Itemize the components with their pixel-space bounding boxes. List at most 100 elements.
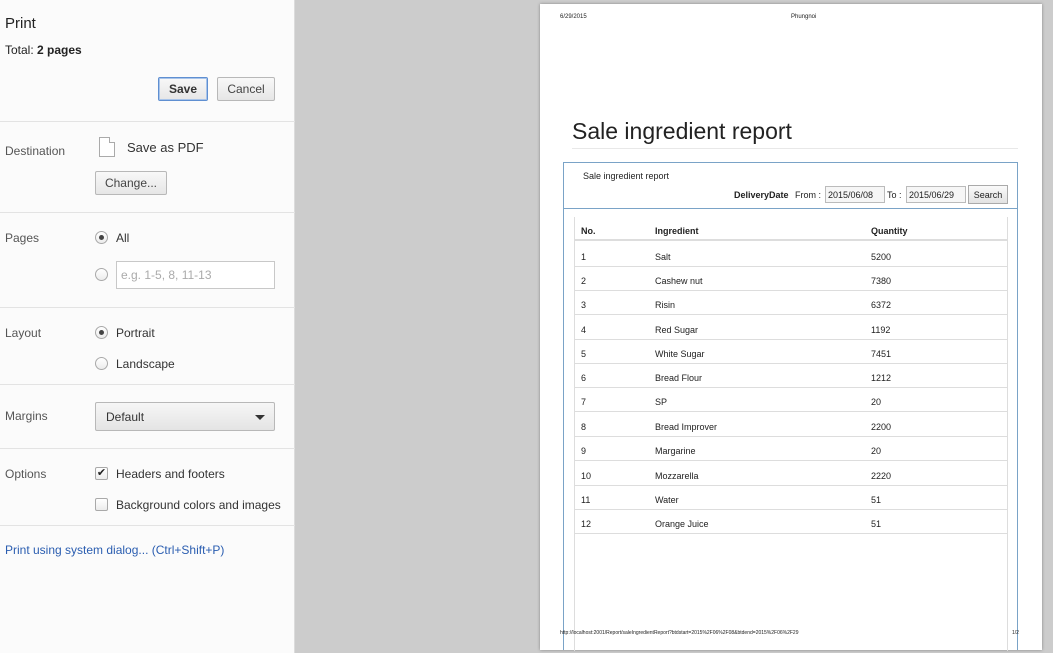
date-filter: DeliveryDate From : To : Search	[564, 183, 1017, 207]
row-quantity: 1212	[871, 373, 892, 383]
row-quantity: 6372	[871, 300, 892, 310]
row-quantity: 51	[871, 519, 882, 529]
destination-value: Save as PDF	[127, 140, 204, 155]
footer-page-number: 1/2	[1012, 630, 1019, 636]
row-ingredient: Margarine	[655, 446, 696, 456]
pages-all-radio[interactable]	[95, 231, 108, 244]
system-dialog-link[interactable]: Print using system dialog... (Ctrl+Shift…	[5, 543, 224, 557]
row-quantity: 20	[871, 446, 882, 456]
row-quantity: 2200	[871, 422, 892, 432]
row-number: 5	[581, 349, 587, 359]
header-title: Phungnoi	[791, 14, 817, 20]
options-label: Options	[5, 467, 47, 481]
row-ingredient: Risin	[655, 300, 676, 310]
table-row: 8 Bread Improver 2200	[575, 413, 1007, 437]
portrait-label: Portrait	[116, 326, 155, 340]
table-row: 4 Red Sugar 1192	[575, 316, 1007, 340]
pages-all-label: All	[116, 231, 130, 245]
headers-footers-checkbox[interactable]: ✔	[95, 467, 108, 480]
row-number: 11	[581, 495, 591, 505]
column-header-quantity: Quantity	[871, 226, 908, 236]
table-row: 3 Risin 6372	[575, 291, 1007, 315]
margins-label: Margins	[5, 409, 48, 423]
to-date-input[interactable]	[906, 186, 966, 203]
row-quantity: 7451	[871, 349, 892, 359]
to-label: To :	[887, 190, 902, 200]
row-number: 8	[581, 422, 587, 432]
landscape-radio[interactable]	[95, 357, 108, 370]
pages-label: Pages	[5, 231, 40, 245]
row-ingredient: SP	[655, 397, 668, 407]
from-date-input[interactable]	[825, 186, 885, 203]
table-row: 12 Orange Juice 51	[575, 510, 1007, 534]
report-panel-title: Sale ingredient report	[583, 171, 670, 181]
row-quantity: 20	[871, 397, 882, 407]
filter-field-label: DeliveryDate	[734, 190, 789, 200]
table-header-row: No. Ingredient Quantity	[575, 217, 1007, 241]
report-title: Sale ingredient report	[572, 118, 792, 144]
title-divider	[572, 148, 1018, 149]
row-quantity: 7380	[871, 276, 892, 286]
table-row: 2 Cashew nut 7380	[575, 267, 1007, 291]
row-ingredient: Bread Flour	[655, 373, 703, 383]
row-ingredient: White Sugar	[655, 349, 705, 359]
margins-select[interactable]: Default	[95, 402, 275, 431]
pages-custom-input[interactable]	[116, 261, 275, 289]
row-ingredient: Water	[655, 495, 679, 505]
row-number: 12	[581, 519, 592, 529]
row-ingredient: Salt	[655, 252, 671, 262]
cancel-button[interactable]: Cancel	[217, 77, 275, 101]
row-ingredient: Mozzarella	[655, 471, 699, 481]
table-row: 10 Mozzarella 2220	[575, 462, 1007, 486]
row-number: 1	[581, 252, 587, 262]
headers-footers-label: Headers and footers	[116, 467, 225, 481]
table-row: 9 Margarine 20	[575, 437, 1007, 461]
print-preview-page: 6/29/2015 Phungnoi Sale ingredient repor…	[540, 4, 1042, 651]
divider	[0, 384, 295, 385]
filter-divider	[564, 208, 1017, 209]
row-number: 3	[581, 300, 587, 310]
divider	[0, 121, 295, 122]
row-ingredient: Orange Juice	[655, 519, 709, 529]
save-button[interactable]: Save	[158, 77, 208, 101]
table-row: 1 Salt 5200	[575, 243, 1007, 267]
total-label: Total:	[5, 43, 38, 57]
total-pages: Total: 2 pages	[5, 43, 82, 57]
column-header-ingredient: Ingredient	[655, 226, 699, 236]
divider	[0, 212, 295, 213]
layout-label: Layout	[5, 326, 42, 340]
table-row: 6 Bread Flour 1212	[575, 364, 1007, 388]
row-number: 4	[581, 325, 587, 335]
table-row: 11 Water 51	[575, 486, 1007, 510]
background-graphics-checkbox[interactable]	[95, 498, 108, 511]
pdf-file-icon	[99, 137, 115, 157]
divider	[0, 307, 295, 308]
print-settings-panel: Print Total: 2 pages Save Cancel Destina…	[0, 0, 295, 653]
table-row: 7 SP 20	[575, 388, 1007, 412]
destination-label: Destination	[5, 144, 66, 158]
chevron-down-icon	[255, 415, 265, 420]
column-header-no: No.	[581, 226, 596, 236]
panel-title: Print	[5, 15, 36, 32]
row-number: 10	[581, 471, 592, 481]
row-quantity: 2220	[871, 471, 892, 481]
row-ingredient: Bread Improver	[655, 422, 718, 432]
search-button[interactable]: Search	[968, 185, 1008, 204]
row-quantity: 51	[871, 495, 882, 505]
divider	[0, 525, 295, 526]
row-number: 9	[581, 446, 587, 456]
header-date: 6/29/2015	[560, 14, 587, 20]
margins-value: Default	[106, 410, 145, 424]
row-ingredient: Cashew nut	[655, 276, 703, 286]
row-number: 7	[581, 397, 587, 407]
row-quantity: 1192	[871, 325, 891, 335]
row-quantity: 5200	[871, 252, 892, 262]
from-label: From :	[795, 190, 821, 200]
pages-custom-radio[interactable]	[95, 268, 108, 281]
ingredient-table: No. Ingredient Quantity 1 Salt 5200 2 Ca…	[574, 217, 1008, 651]
portrait-radio[interactable]	[95, 326, 108, 339]
change-destination-button[interactable]: Change...	[95, 171, 167, 195]
footer-url: http://localhost:2001/Report/saleIngredi…	[560, 630, 799, 636]
total-value: 2 pages	[37, 43, 82, 57]
row-number: 6	[581, 373, 587, 383]
